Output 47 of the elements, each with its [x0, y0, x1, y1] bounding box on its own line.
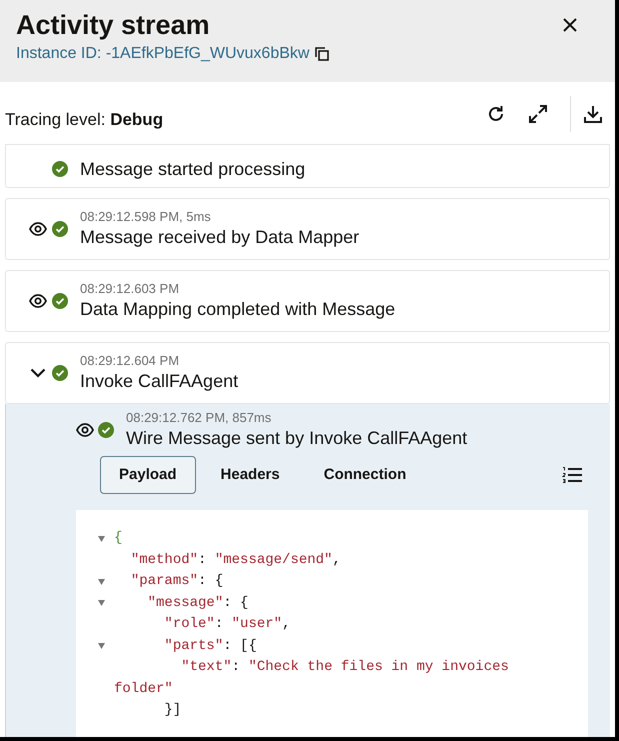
event-time: 08:29:12.762 PM, 857ms: [126, 410, 272, 426]
event-time: 08:29:12.604 PM: [80, 353, 180, 369]
chevron-down-icon[interactable]: [30, 368, 46, 378]
download-icon[interactable]: [583, 104, 603, 124]
tracing-level: Tracing level: Debug: [5, 108, 164, 131]
panel-title: Activity stream: [16, 9, 211, 42]
check-circle-icon: [52, 221, 68, 237]
event-title: Message received by Data Mapper: [80, 226, 360, 249]
event-title: Invoke CallFAAgent: [80, 370, 238, 393]
code-line: "text": "Check the files in my invoices: [180, 658, 509, 678]
tab[interactable]: Payload: [100, 456, 196, 494]
fold-toggle-icon[interactable]: [98, 643, 104, 650]
expand-icon[interactable]: [528, 104, 548, 124]
code-line: "role": "user",: [163, 615, 290, 634]
check-circle-icon: [52, 365, 68, 381]
refresh-icon[interactable]: [486, 104, 506, 124]
eye-icon[interactable]: [76, 423, 94, 437]
tab[interactable]: Headers: [202, 456, 299, 494]
event-title: Data Mapping completed with Message: [80, 298, 396, 321]
fold-toggle-icon[interactable]: [98, 600, 104, 606]
code-line: "message": {: [146, 594, 248, 613]
event-card[interactable]: Message started processing: [5, 144, 610, 188]
code-line: folder": [114, 680, 173, 699]
check-circle-icon: [98, 422, 114, 438]
fold-toggle-icon[interactable]: [98, 536, 104, 542]
code-line: "method": "message/send",: [130, 550, 341, 570]
eye-icon[interactable]: [29, 294, 47, 308]
code-line: "params": {: [130, 572, 224, 592]
eye-icon[interactable]: [29, 222, 47, 236]
event-title: Message started processing: [80, 158, 306, 181]
code-line: {: [114, 529, 122, 548]
code-line: "parts": [{: [163, 636, 257, 656]
event-time: 08:29:12.603 PM: [80, 281, 180, 297]
event-card[interactable]: 08:29:12.598 PM, 5ms Message received by Data Mapper: [5, 198, 610, 260]
instance-id: Instance ID: -1AEfkPbEfG_WUvux6bBkw: [16, 44, 310, 64]
fold-toggle-icon[interactable]: [98, 578, 104, 585]
numbered-list-icon[interactable]: [562, 466, 582, 484]
copy-icon[interactable]: [315, 47, 330, 61]
event-card[interactable]: 08:29:12.603 PM Data Mapping completed with Message: [5, 270, 610, 332]
code-line: }]: [163, 701, 182, 720]
check-circle-icon: [52, 161, 68, 177]
check-circle-icon: [52, 293, 68, 309]
tab[interactable]: Connection: [304, 456, 426, 494]
event-title: Wire Message sent by Invoke CallFAAgent: [126, 427, 468, 450]
close-icon[interactable]: [563, 18, 577, 32]
event-time: 08:29:12.598 PM, 5ms: [80, 209, 212, 225]
event-card[interactable]: 08:29:12.604 PM Invoke CallFAAgent: [5, 342, 610, 404]
